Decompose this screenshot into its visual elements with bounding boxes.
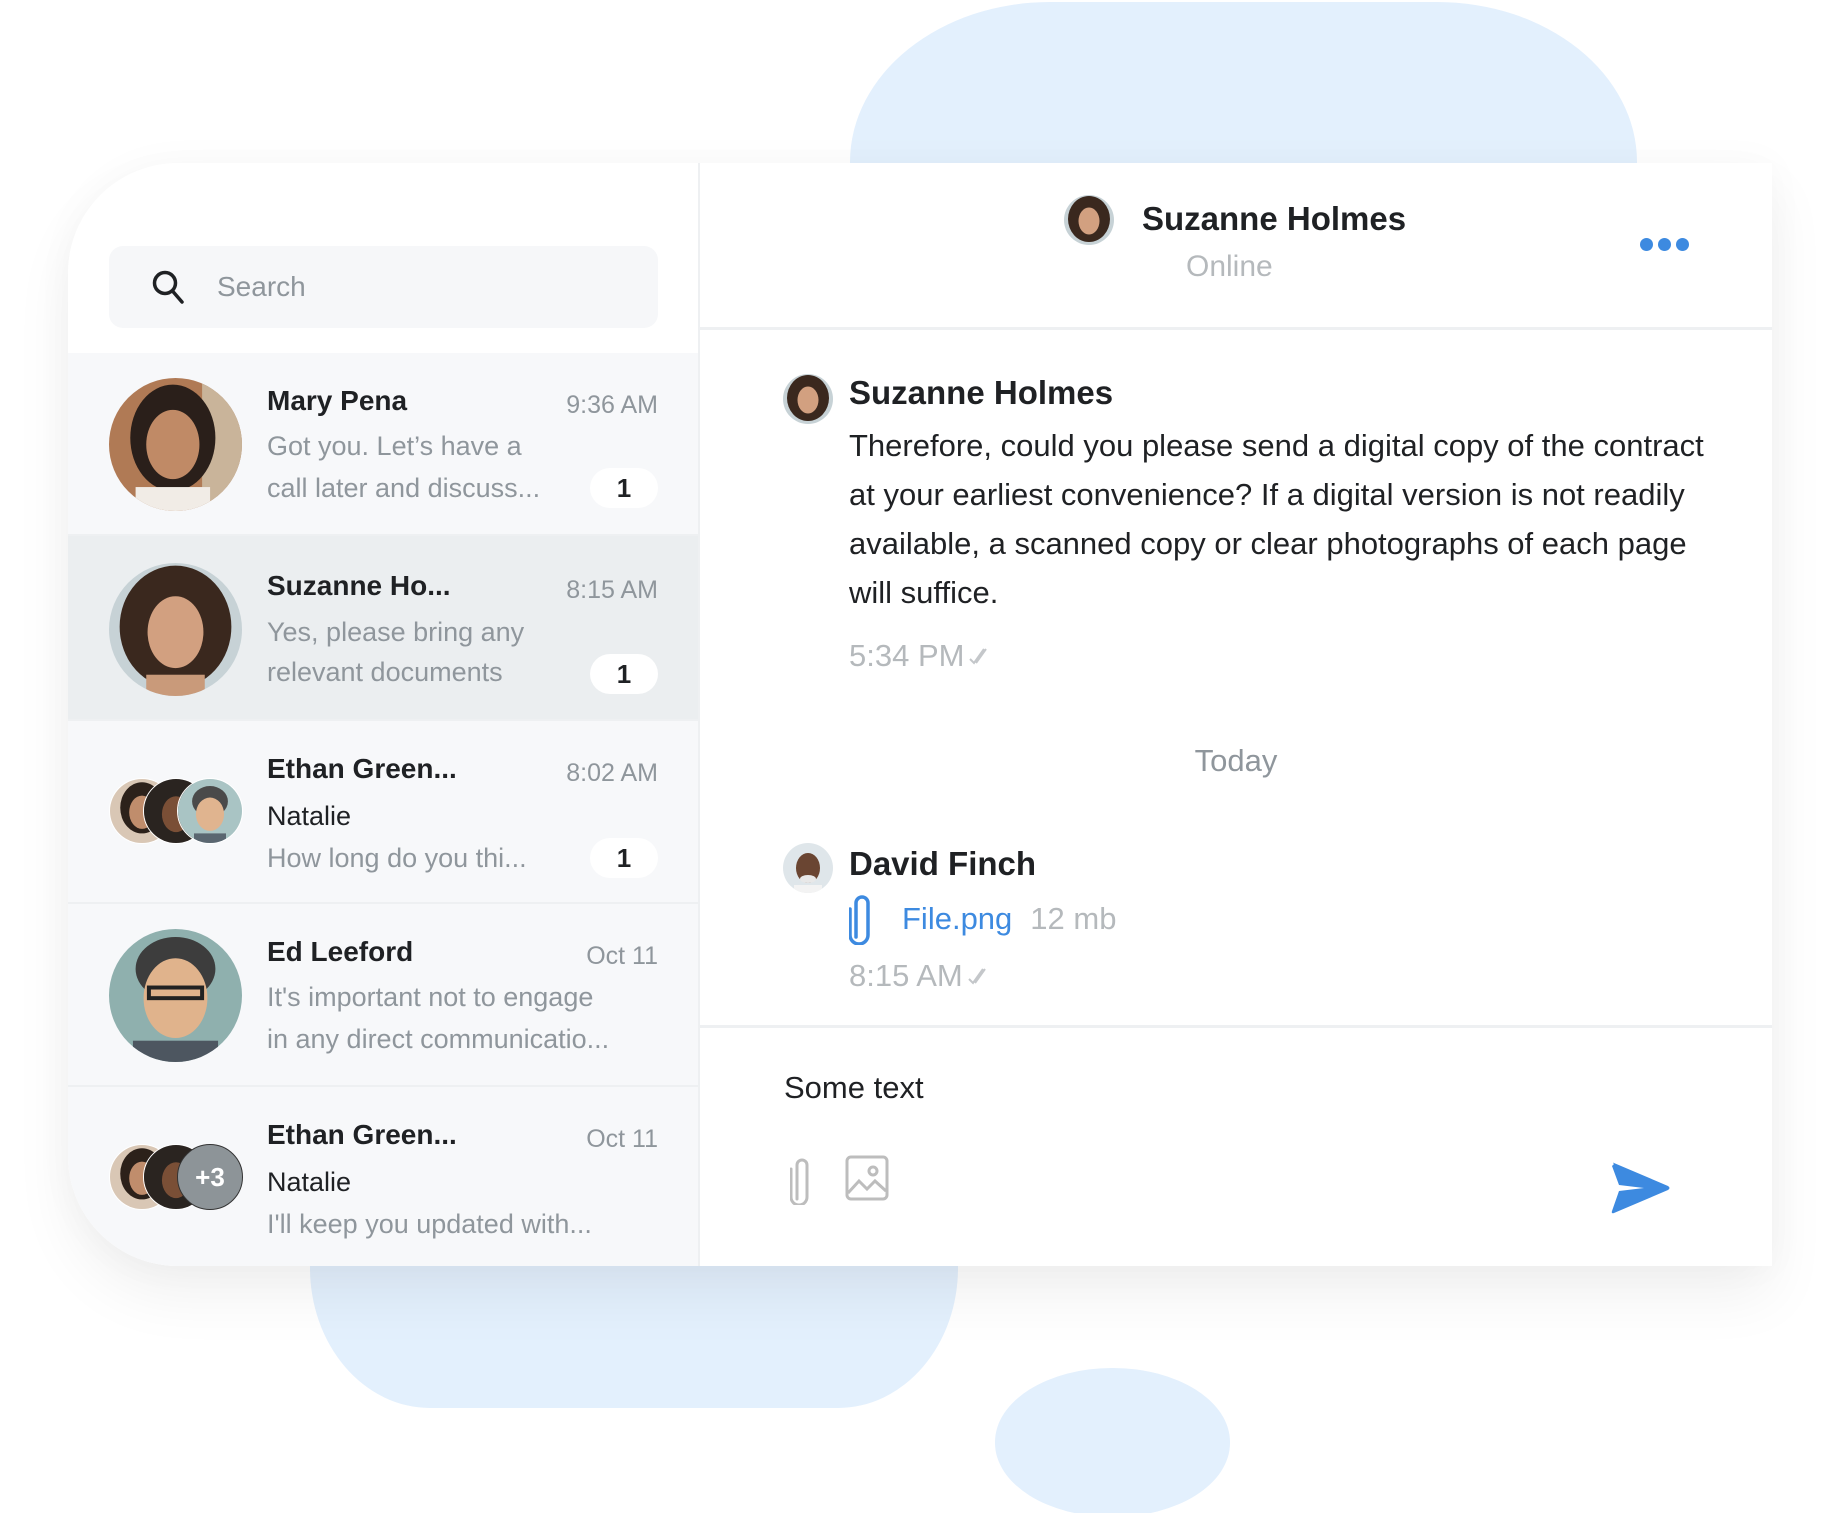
chat-contact-name: Suzanne Holmes [1142,200,1407,237]
dot-icon [1676,238,1689,251]
chat-panel: Suzanne Holmes Online Suzanne Holmes The… [700,163,1772,1266]
group-avatar: +3 [109,1144,249,1212]
attach-file-button[interactable] [789,1155,814,1210]
message-preview: Got you. Let’s have a [267,431,522,461]
conversation-item[interactable]: Suzanne Ho... 8:15 AM Yes, please bring … [68,536,698,721]
message-time: Oct 11 [586,942,658,970]
attach-image-button[interactable] [845,1155,889,1206]
file-size: 12 mb [1030,901,1117,936]
more-options-button[interactable] [1640,238,1689,251]
read-check-icon [968,968,986,985]
image-icon [845,1155,889,1201]
unread-badge: 1 [590,838,658,878]
paperclip-icon [849,895,870,945]
time-text: 8:15 AM [849,958,963,993]
time-text: 5:34 PM [849,638,965,673]
message-preview: How long do you thi... [267,843,527,873]
file-name-link[interactable]: File.png [902,901,1012,937]
conversation-item[interactable]: Mary Pena 9:36 AM Got you. Let’s have a … [68,353,698,536]
conversation-list: Mary Pena 9:36 AM Got you. Let’s have a … [68,353,698,1266]
message-timestamp: 8:15 AM [849,958,993,994]
contact-name: Ed Leeford [267,936,414,967]
sender-name: Natalie [267,1167,352,1197]
messenger-window: Mary Pena 9:36 AM Got you. Let’s have a … [68,163,1772,1266]
message-preview: call later and discuss... [267,473,541,503]
message-input[interactable] [784,1063,1564,1113]
message-preview: I'll keep you updated with... [267,1209,592,1239]
conversation-item[interactable]: Ed Leeford Oct 11 It's important not to … [68,904,698,1087]
unread-badge: 1 [590,468,658,508]
suzanne-holmes-avatar [109,563,242,696]
message-time: 8:02 AM [566,759,658,787]
message-timestamp: 5:34 PM [849,638,994,674]
online-status: Online [1186,250,1273,283]
unread-badge: 1 [590,654,658,694]
conversation-item[interactable]: +3 Ethan Green... Oct 11 Natalie I'll ke… [68,1087,698,1266]
dot-icon [1658,238,1671,251]
sender-name: Natalie [267,801,352,831]
suzanne-holmes-avatar [783,374,833,424]
chat-header: Suzanne Holmes Online [700,163,1772,330]
search-icon [152,270,184,304]
search-input[interactable] [217,271,597,303]
message-composer [700,1025,1772,1266]
read-check-icon [969,648,988,665]
search-box[interactable] [109,246,658,328]
dot-icon [1640,238,1653,251]
decorative-pill [995,1368,1230,1513]
suzanne-holmes-avatar [1064,195,1114,245]
conversation-item[interactable]: Ethan Green... 8:02 AM Natalie How long … [68,721,698,904]
group-avatar [109,778,249,846]
message-time: Oct 11 [586,1125,658,1153]
message-preview: It's important not to engage [267,982,594,1012]
david-finch-avatar [783,843,833,893]
message-preview: Yes, please bring any [267,617,525,647]
contact-name: Suzanne Ho... [267,570,451,601]
paperclip-icon [789,1158,809,1207]
message-preview: in any direct communicatio... [267,1024,610,1054]
send-button[interactable] [1610,1161,1672,1220]
day-divider: Today [1194,743,1278,778]
message-preview: relevant documents [267,657,503,687]
member-avatar [177,778,243,844]
file-attachment[interactable]: File.png 12 mb [849,893,1116,945]
ed-leeford-avatar [109,929,242,1062]
more-members-count: +3 [177,1144,243,1210]
message-text: Therefore, could you please send a digit… [849,428,1704,610]
contact-name: Mary Pena [267,385,408,416]
message-time: 9:36 AM [566,391,658,419]
contact-name: Ethan Green... [267,753,457,784]
message-time: 8:15 AM [566,576,658,604]
contact-name: Ethan Green... [267,1119,457,1150]
message-sender: David Finch [849,845,1037,882]
conversation-sidebar: Mary Pena 9:36 AM Got you. Let’s have a … [68,163,700,1266]
send-icon [1611,1162,1670,1214]
mary-pena-avatar [109,378,242,511]
message-sender: Suzanne Holmes [849,374,1114,411]
